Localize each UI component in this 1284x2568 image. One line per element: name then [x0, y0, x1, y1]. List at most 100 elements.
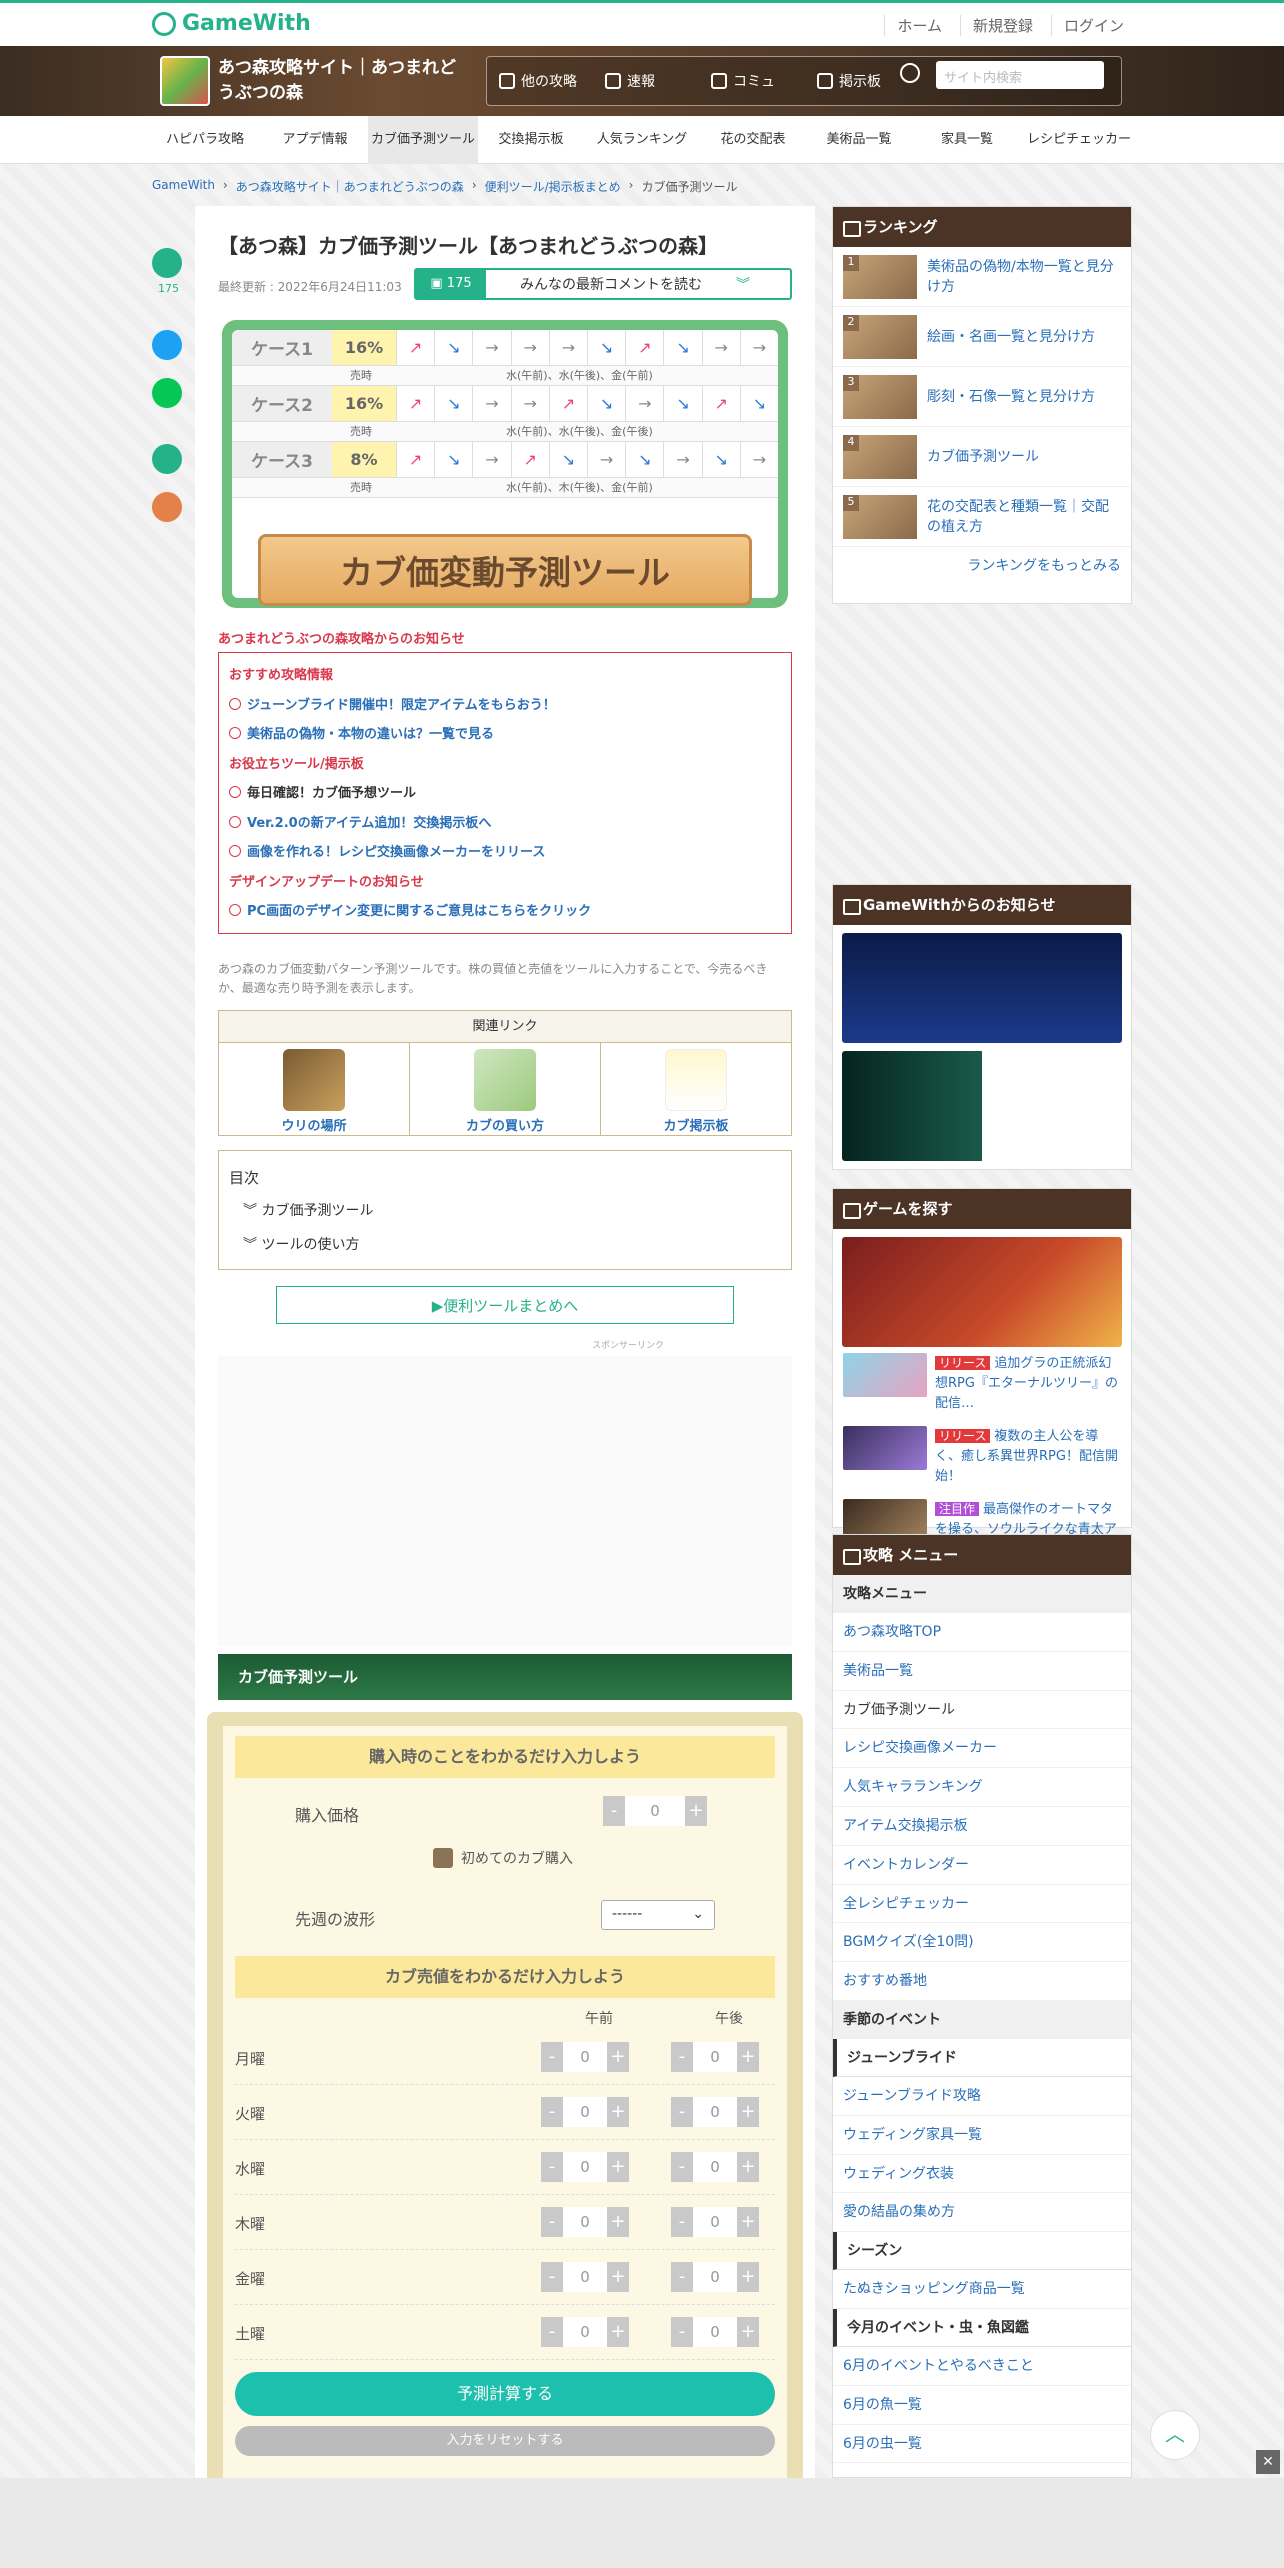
notice-link[interactable]: 画像を作れる！レシピ交換画像メーカーをリリース — [229, 838, 781, 868]
featured-game-banner[interactable] — [842, 1237, 1122, 1347]
menu-item-active[interactable]: カブ価予測ツール — [368, 116, 478, 164]
menu-item[interactable]: 人気ランキング — [592, 116, 692, 164]
breadcrumb-link[interactable]: あつ森攻略サイト｜あつまれどうぶつの森 — [236, 178, 464, 195]
line-icon[interactable] — [152, 378, 182, 408]
login-link[interactable]: ログイン — [1050, 15, 1124, 36]
side-menu-item[interactable]: 6月の虫一覧 — [833, 2425, 1131, 2464]
toc-item[interactable]: ︾ ツールの使い方 — [243, 1234, 781, 1254]
sell-price-input[interactable]: 0 — [693, 2097, 737, 2127]
plus-button[interactable]: + — [607, 2042, 629, 2072]
ranking-link[interactable]: 美術品の偽物/本物一覧と見分け方 — [927, 257, 1121, 297]
twitter-icon[interactable] — [152, 330, 182, 360]
side-menu-item[interactable]: レシピ交換画像メーカー — [833, 1729, 1131, 1769]
tools-summary-button[interactable]: ▶便利ツールまとめへ — [276, 1286, 734, 1324]
minus-button[interactable]: - — [541, 2317, 563, 2347]
ranking-item[interactable]: 4 カブ価予測ツール — [833, 427, 1131, 487]
ranking-link[interactable]: カブ価予測ツール — [927, 447, 1039, 467]
side-menu-item[interactable]: 全レシピチェッカー — [833, 1885, 1131, 1924]
sell-price-input[interactable]: 0 — [563, 2207, 607, 2237]
menu-item[interactable]: ハピパラ攻略 — [160, 116, 250, 164]
menu-item[interactable]: 花の交配表 — [708, 116, 798, 164]
game-title[interactable]: あつ森攻略サイト｜あつまれどうぶつの森 — [218, 56, 468, 106]
community-button[interactable]: コミュ — [711, 71, 817, 91]
search-input[interactable]: サイト内検索 — [936, 61, 1104, 89]
scroll-to-top-button[interactable]: ︿ — [1150, 2410, 1200, 2460]
side-menu-item[interactable]: BGMクイズ(全10問) — [833, 1923, 1131, 1963]
minus-button[interactable]: - — [541, 2207, 563, 2237]
sell-price-input[interactable]: 0 — [563, 2262, 607, 2292]
plus-button[interactable]: + — [607, 2152, 629, 2182]
toc-item[interactable]: ︾ カブ価予測ツール — [243, 1200, 781, 1220]
side-menu-item[interactable]: 美術品一覧 — [833, 1652, 1131, 1691]
side-menu-item[interactable]: 6月のイベントとやるべきこと — [833, 2347, 1131, 2386]
side-menu-item[interactable]: 6月の魚一覧 — [833, 2386, 1131, 2425]
read-comments-button[interactable]: ▣ 175 みんなの最新コメントを読む ︾ — [414, 268, 792, 300]
menu-item[interactable]: 美術品一覧 — [814, 116, 904, 164]
plus-button[interactable]: + — [737, 2152, 759, 2182]
plus-button[interactable]: + — [737, 2262, 759, 2292]
minus-button[interactable]: - — [541, 2262, 563, 2292]
gamewith-hikari-banner[interactable] — [842, 933, 1122, 1043]
side-menu-item[interactable]: イベントカレンダー — [833, 1846, 1131, 1885]
minus-button[interactable]: - — [603, 1796, 625, 1826]
notice-link[interactable]: 毎日確認！カブ価予想ツール — [229, 779, 781, 809]
minus-button[interactable]: - — [671, 2317, 693, 2347]
side-menu-item[interactable]: おすすめ番地 — [833, 1962, 1131, 2001]
side-menu-item[interactable]: ウェディング家具一覧 — [833, 2116, 1131, 2155]
plus-button[interactable]: + — [685, 1796, 707, 1826]
comment-icon[interactable] — [152, 248, 182, 278]
minus-button[interactable]: - — [541, 2152, 563, 2182]
sell-price-input[interactable]: 0 — [563, 2042, 607, 2072]
ranking-item[interactable]: 3 彫刻・石像一覧と見分け方 — [833, 367, 1131, 427]
sell-price-input[interactable]: 0 — [563, 2152, 607, 2182]
gaming-pc-banner[interactable] — [842, 1051, 1122, 1161]
plus-button[interactable]: + — [607, 2207, 629, 2237]
sell-price-input[interactable]: 0 — [693, 2042, 737, 2072]
calculate-button[interactable]: 予測計算する — [235, 2372, 775, 2416]
sell-price-input[interactable]: 0 — [693, 2317, 737, 2347]
ranking-more-link[interactable]: ランキングをもっとみる — [967, 558, 1121, 574]
notice-link[interactable]: PC画面のデザイン変更に関するご意見はこちらをクリック — [229, 897, 781, 927]
buy-price-input[interactable]: 0 — [625, 1796, 685, 1826]
gamewith-logo[interactable]: GameWith — [152, 11, 311, 36]
side-menu-item[interactable]: ウェディング衣装 — [833, 2155, 1131, 2194]
game-list-item[interactable]: リリース 追加グラの正統派幻想RPG『エターナルツリー』の配信… — [833, 1347, 1131, 1420]
news-button[interactable]: 速報 — [605, 71, 711, 91]
plus-button[interactable]: + — [737, 2097, 759, 2127]
menu-item[interactable]: 家具一覧 — [922, 116, 1012, 164]
minus-button[interactable]: - — [671, 2262, 693, 2292]
related-link[interactable]: ウリの場所 — [219, 1043, 409, 1135]
menu-item[interactable]: 交換掲示板 — [486, 116, 576, 164]
notice-link[interactable]: Ver.2.0の新アイテム追加！交換掲示板へ — [229, 809, 781, 839]
other-guides-button[interactable]: 他の攻略 — [499, 71, 605, 91]
search-icon[interactable] — [900, 63, 920, 83]
reset-button[interactable]: 入力をリセットする — [235, 2426, 775, 2456]
ranking-link[interactable]: 絵画・名画一覧と見分け方 — [927, 327, 1095, 347]
related-link[interactable]: カブの買い方 — [409, 1043, 600, 1135]
plus-button[interactable]: + — [737, 2317, 759, 2347]
notice-link[interactable]: 美術品の偽物・本物の違いは？一覧で見る — [229, 720, 781, 750]
breadcrumb-link[interactable]: GameWith — [152, 178, 215, 195]
ranking-item[interactable]: 1 美術品の偽物/本物一覧と見分け方 — [833, 247, 1131, 307]
side-menu-item[interactable]: アイテム交換掲示板 — [833, 1807, 1131, 1846]
plus-button[interactable]: + — [737, 2207, 759, 2237]
plus-button[interactable]: + — [607, 2262, 629, 2292]
side-menu-item[interactable]: カブ価予測ツール — [833, 1691, 1131, 1730]
side-menu-item[interactable]: 人気キャラランキング — [833, 1768, 1131, 1807]
game-list-item[interactable]: リリース 複数の主人公を導く、癒し系異世界RPG！配信開始！ — [833, 1420, 1131, 1493]
side-menu-item[interactable]: ジューンブライド攻略 — [833, 2077, 1131, 2116]
side-menu-item[interactable]: たぬきショッピング商品一覧 — [833, 2270, 1131, 2309]
side-menu-item[interactable]: あつ森攻略TOP — [833, 1613, 1131, 1652]
first-purchase-checkbox[interactable] — [433, 1848, 453, 1868]
sell-price-input[interactable]: 0 — [693, 2262, 737, 2292]
minus-button[interactable]: - — [671, 2042, 693, 2072]
plus-button[interactable]: + — [737, 2042, 759, 2072]
ranking-link[interactable]: 花の交配表と種類一覧｜交配の植え方 — [927, 497, 1121, 537]
plus-button[interactable]: + — [607, 2097, 629, 2127]
thumbs-down-icon[interactable] — [152, 492, 182, 522]
minus-button[interactable]: - — [671, 2207, 693, 2237]
minus-button[interactable]: - — [541, 2042, 563, 2072]
sell-price-input[interactable]: 0 — [563, 2097, 607, 2127]
pattern-select[interactable]: ------ ⌄ — [601, 1900, 715, 1930]
signup-link[interactable]: 新規登録 — [959, 15, 1033, 36]
